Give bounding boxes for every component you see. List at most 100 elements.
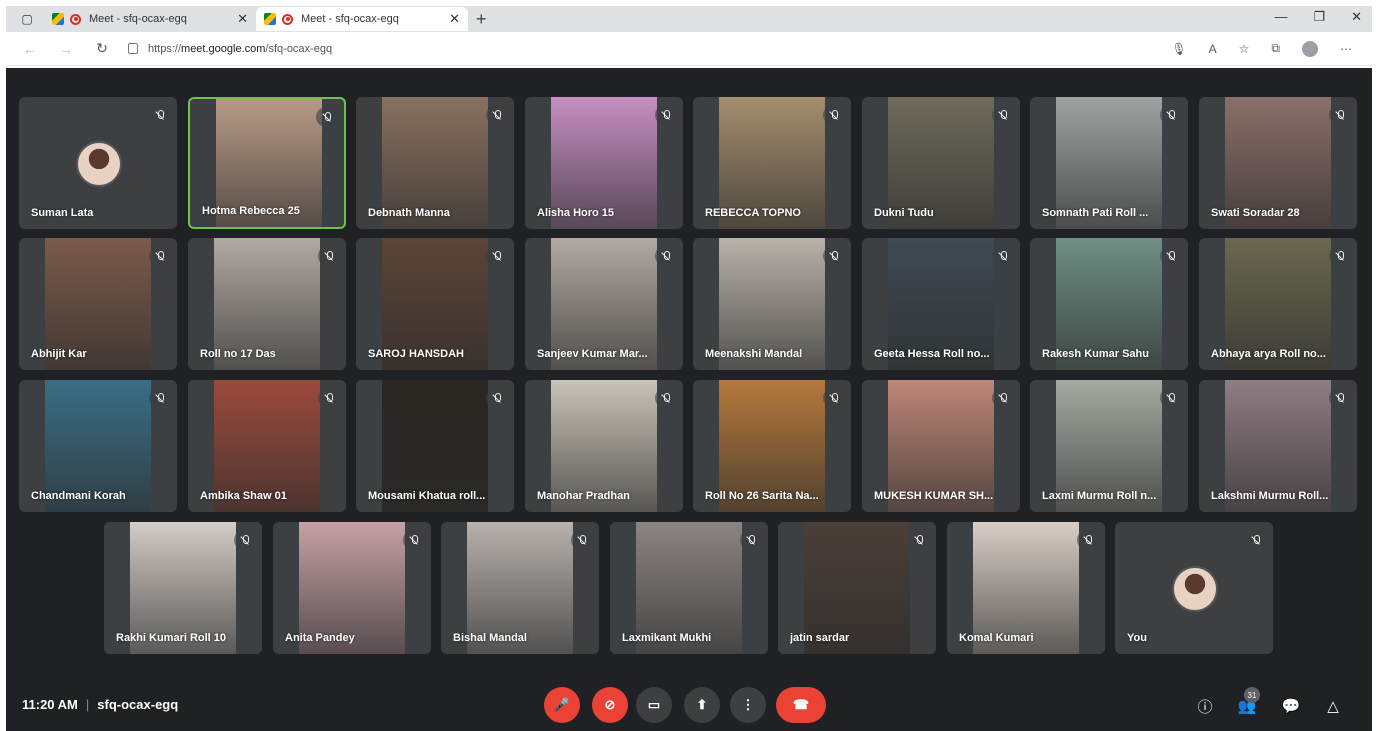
participant-tile[interactable]: Sanjeev Kumar Mar... <box>525 238 683 370</box>
close-tab-icon[interactable]: ✕ <box>237 11 248 27</box>
participant-tile[interactable]: Meenakshi Mandal <box>693 238 851 370</box>
participant-tile[interactable]: Swati Soradar 28 <box>1199 97 1357 229</box>
captions-button[interactable]: ▭ <box>636 687 672 723</box>
participant-name: REBECCA TOPNO <box>705 207 801 219</box>
muted-mic-icon <box>149 388 169 408</box>
meeting-code: sfq-ocax-egq <box>97 697 179 712</box>
more-menu-icon[interactable]: ⋯ <box>1340 42 1352 56</box>
participant-name: Rakhi Kumari Roll 10 <box>116 632 227 644</box>
collections-icon[interactable]: ⧉ <box>1271 41 1280 56</box>
participant-name: Sanjeev Kumar Mar... <box>537 348 648 360</box>
tab-1[interactable]: Meet - sfq-ocax-egq ✕ <box>44 7 256 31</box>
muted-mic-icon <box>1160 246 1180 266</box>
participant-tile[interactable]: jatin sardar <box>778 522 936 654</box>
mic-off-button[interactable]: 🎤 <box>544 687 580 723</box>
url-prefix: https:// <box>148 42 182 55</box>
present-screen-icon: ⬆ <box>696 697 708 712</box>
participant-tile[interactable]: MUKESH KUMAR SH... <box>862 380 1020 512</box>
chat-icon[interactable]: 💬 <box>1280 695 1302 717</box>
url-field[interactable]: https://meet.google.com/sfq-ocax-egq <box>128 43 1171 55</box>
muted-mic-icon <box>403 530 423 550</box>
read-aloud-icon[interactable]: A <box>1209 42 1217 56</box>
muted-mic-icon <box>1077 530 1097 550</box>
close-tab-icon[interactable]: ✕ <box>449 11 460 27</box>
participant-tile[interactable]: Roll no 17 Das <box>188 238 346 370</box>
participant-tile[interactable]: Ambika Shaw 01 <box>188 380 346 512</box>
reload-icon[interactable]: ↻ <box>90 40 114 57</box>
leave-call-button[interactable]: ☎ <box>776 687 826 723</box>
participant-name: SAROJ HANSDAH <box>368 348 464 360</box>
muted-mic-icon <box>1245 530 1265 550</box>
bottom-control-bar: 11:20 AM | sfq-ocax-egq 🎤 ⊘ ▭ ⬆ ⋮ ☎ ⓘ 👥 31… <box>6 680 1372 731</box>
browser-toolbar: 🎙 A ☆ ⧉ ⋯ <box>1171 40 1352 57</box>
muted-mic-icon <box>318 246 338 266</box>
favorites-star-icon[interactable]: ☆ <box>1239 42 1250 56</box>
participant-tile[interactable]: Hotma Rebecca 25 <box>188 97 346 229</box>
participant-tile[interactable]: Laxmikant Mukhi <box>610 522 768 654</box>
muted-mic-icon <box>823 388 843 408</box>
window-menu-icon[interactable]: ▢ <box>16 9 38 29</box>
participant-name: Hotma Rebecca 25 <box>202 205 300 217</box>
participant-name: Abhijit Kar <box>31 348 87 360</box>
participant-tile[interactable]: Anita Pandey <box>273 522 431 654</box>
participant-tile[interactable]: Alisha Horo 15 <box>525 97 683 229</box>
present-button[interactable]: ⬆ <box>684 687 720 723</box>
camera-off-button[interactable]: ⊘ <box>592 687 628 723</box>
more-options-button[interactable]: ⋮ <box>730 687 766 723</box>
participant-name: Roll no 17 Das <box>200 348 276 360</box>
participant-tile[interactable]: Laxmi Murmu Roll n... <box>1030 380 1188 512</box>
window-controls: — ❐ ✕ <box>1274 9 1362 25</box>
close-window-icon[interactable]: ✕ <box>1351 9 1362 25</box>
participant-tile[interactable]: Somnath Pati Roll ... <box>1030 97 1188 229</box>
url-host: meet.google.com <box>181 42 266 55</box>
participant-tile[interactable]: Roll No 26 Sarita Na... <box>693 380 851 512</box>
participant-tile[interactable]: You <box>1115 522 1273 654</box>
activities-icon[interactable]: △ <box>1322 695 1344 717</box>
participant-tile[interactable]: Komal Kumari <box>947 522 1105 654</box>
forward-icon[interactable]: → <box>54 41 78 57</box>
participant-name: Chandmani Korah <box>31 490 126 502</box>
mic-indicator-icon[interactable]: 🎙 <box>1171 42 1186 56</box>
participant-tile[interactable]: Mousami Khatua roll... <box>356 380 514 512</box>
back-icon[interactable]: ← <box>18 41 42 57</box>
participant-tile[interactable]: Abhijit Kar <box>19 238 177 370</box>
muted-mic-icon <box>655 388 675 408</box>
participant-name: Anita Pandey <box>285 632 355 644</box>
participant-tile[interactable]: Suman Lata <box>19 97 177 229</box>
participant-name: Rakesh Kumar Sahu <box>1042 348 1149 360</box>
participant-tile[interactable]: Rakesh Kumar Sahu <box>1030 238 1188 370</box>
participant-tile[interactable]: REBECCA TOPNO <box>693 97 851 229</box>
muted-mic-icon <box>316 107 336 127</box>
muted-mic-icon <box>571 530 591 550</box>
participant-tile[interactable]: Bishal Mandal <box>441 522 599 654</box>
tab-2[interactable]: Meet - sfq-ocax-egq ✕ <box>256 7 468 31</box>
more-vert-icon: ⋮ <box>741 697 755 712</box>
recording-icon <box>282 13 293 25</box>
muted-mic-icon <box>1160 388 1180 408</box>
participant-tile[interactable]: SAROJ HANSDAH <box>356 238 514 370</box>
profile-avatar-icon[interactable] <box>1302 40 1318 57</box>
participant-name: jatin sardar <box>790 632 850 644</box>
participant-tile[interactable]: Chandmani Korah <box>19 380 177 512</box>
participant-tile[interactable]: Abhaya arya Roll no... <box>1199 238 1357 370</box>
url-path: /sfq-ocax-egq <box>265 42 333 55</box>
participant-name: You <box>1127 632 1147 644</box>
lock-icon[interactable] <box>128 43 138 54</box>
participant-name: Debnath Manna <box>368 207 450 219</box>
participant-tile[interactable]: Geeta Hessa Roll no... <box>862 238 1020 370</box>
muted-mic-icon <box>486 105 506 125</box>
participant-name: Suman Lata <box>31 207 94 219</box>
meet-favicon-icon <box>264 13 276 25</box>
participant-tile[interactable]: Debnath Manna <box>356 97 514 229</box>
participant-tile[interactable]: Dukni Tudu <box>862 97 1020 229</box>
minimize-icon[interactable]: — <box>1274 9 1287 25</box>
participant-name: Laxmi Murmu Roll n... <box>1042 490 1157 502</box>
muted-mic-icon <box>486 246 506 266</box>
participant-tile[interactable]: Lakshmi Murmu Roll... <box>1199 380 1357 512</box>
new-tab-button[interactable]: + <box>476 9 487 30</box>
participant-tile[interactable]: Manohar Pradhan <box>525 380 683 512</box>
maximize-icon[interactable]: ❐ <box>1313 9 1325 25</box>
participant-tile[interactable]: Rakhi Kumari Roll 10 <box>104 522 262 654</box>
participant-name: Roll No 26 Sarita Na... <box>705 490 819 502</box>
meeting-info-icon[interactable]: ⓘ <box>1194 695 1216 717</box>
